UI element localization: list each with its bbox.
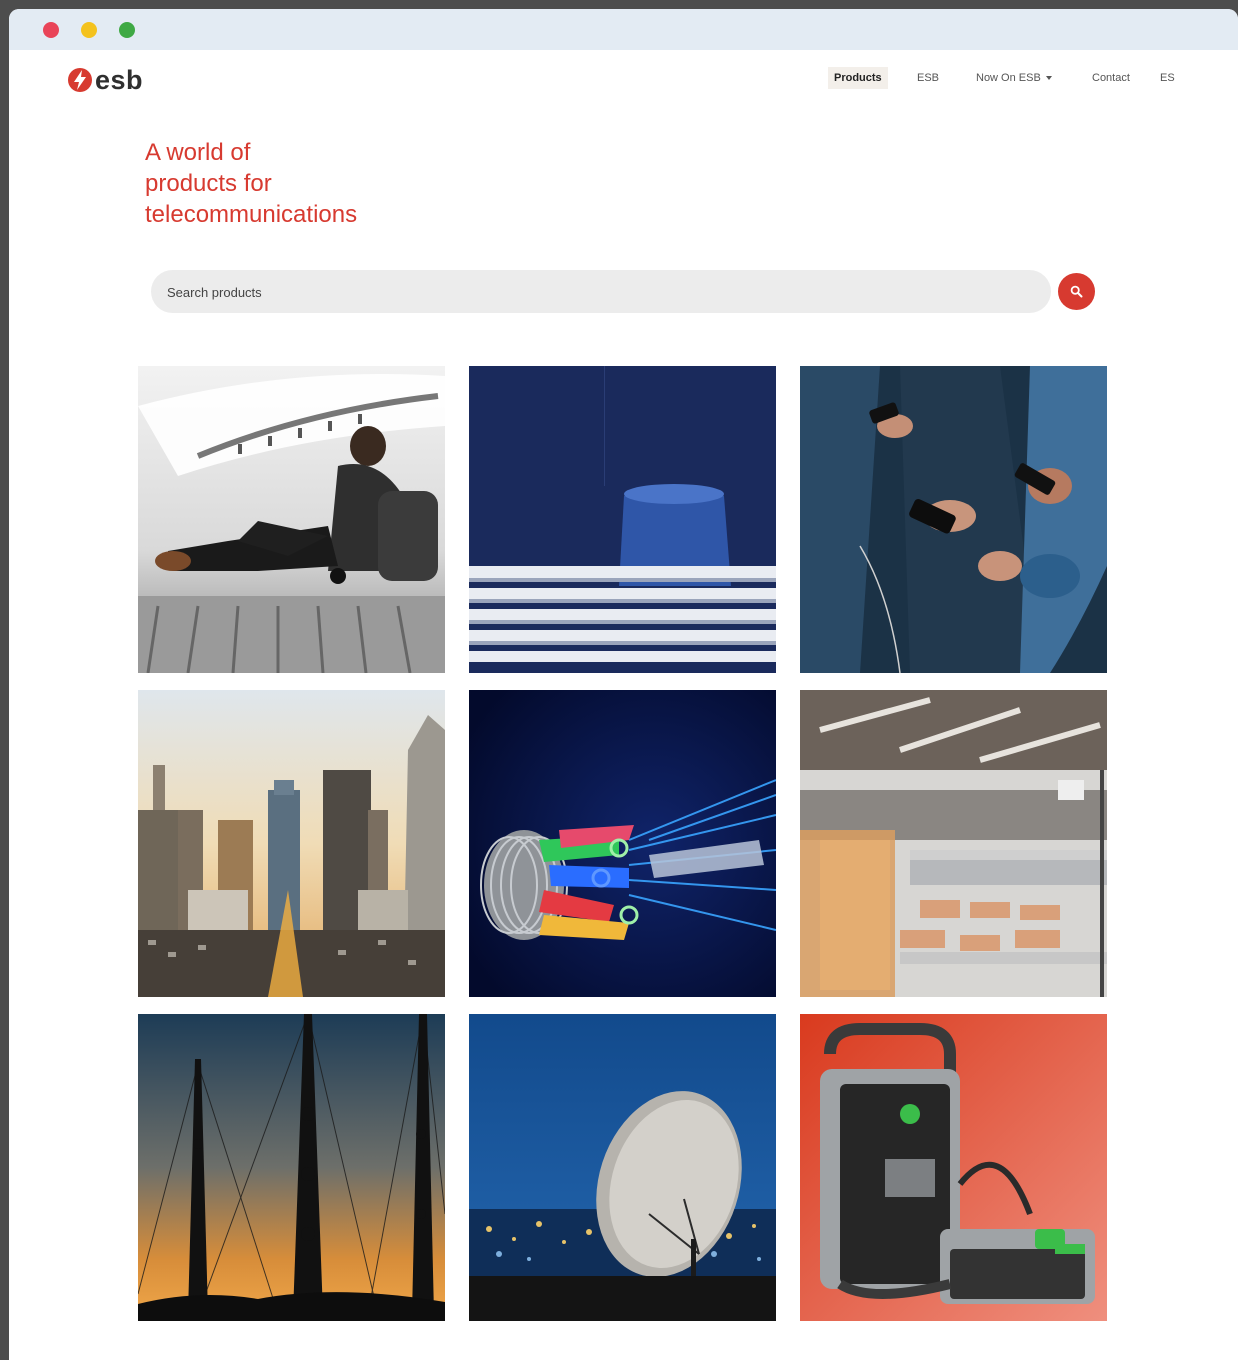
fiber-optic-cable-image: [469, 690, 776, 997]
category-tile-smart-cities[interactable]: [138, 690, 445, 997]
nav-item-language-es[interactable]: ES: [1154, 67, 1181, 89]
satellite-dish-night-image: [469, 1014, 776, 1321]
search-icon: [1070, 285, 1083, 298]
close-window-button[interactable]: [43, 22, 59, 38]
page-title: A world of products for telecommunicatio…: [145, 139, 358, 228]
chevron-down-icon: [1045, 76, 1052, 81]
portable-power-station-image: [800, 1014, 1107, 1321]
minimize-window-button[interactable]: [81, 22, 97, 38]
browser-window: esb Products ESB Now On ESB Contact ES A…: [9, 9, 1238, 1360]
maximize-window-button[interactable]: [119, 22, 135, 38]
nav-item-products[interactable]: Products: [828, 67, 888, 89]
main-nav: Products ESB Now On ESB Contact ES: [9, 67, 1238, 89]
category-tile-fiber-optics[interactable]: [469, 690, 776, 997]
warehouse-shelves-image: [800, 690, 1107, 997]
category-tile-logistics[interactable]: [800, 690, 1107, 997]
blue-architecture-image: [469, 366, 776, 673]
category-tile-infrastructure[interactable]: [469, 366, 776, 673]
search-input[interactable]: [165, 270, 1029, 315]
category-tile-telecom-towers[interactable]: [138, 1014, 445, 1321]
search-button[interactable]: [1058, 273, 1095, 310]
people-using-smartphones-image: [800, 366, 1107, 673]
city-skyline-image: [138, 690, 445, 997]
category-tile-connectivity[interactable]: [138, 366, 445, 673]
nav-item-esb[interactable]: ESB: [911, 67, 945, 89]
nav-item-contact[interactable]: Contact: [1086, 67, 1136, 89]
category-tile-mobile-devices[interactable]: [800, 366, 1107, 673]
telecom-towers-sunset-image: [138, 1014, 445, 1321]
category-tile-satellite[interactable]: [469, 1014, 776, 1321]
search-bar: [151, 270, 1051, 315]
window-titlebar: [9, 9, 1238, 50]
nav-item-now-on-esb-label: Now On ESB: [976, 72, 1041, 84]
product-category-grid: [138, 366, 1110, 1321]
nav-item-now-on-esb[interactable]: Now On ESB: [970, 67, 1058, 89]
category-tile-power-equipment[interactable]: [800, 1014, 1107, 1321]
man-sitting-with-phone-image: [138, 366, 445, 673]
